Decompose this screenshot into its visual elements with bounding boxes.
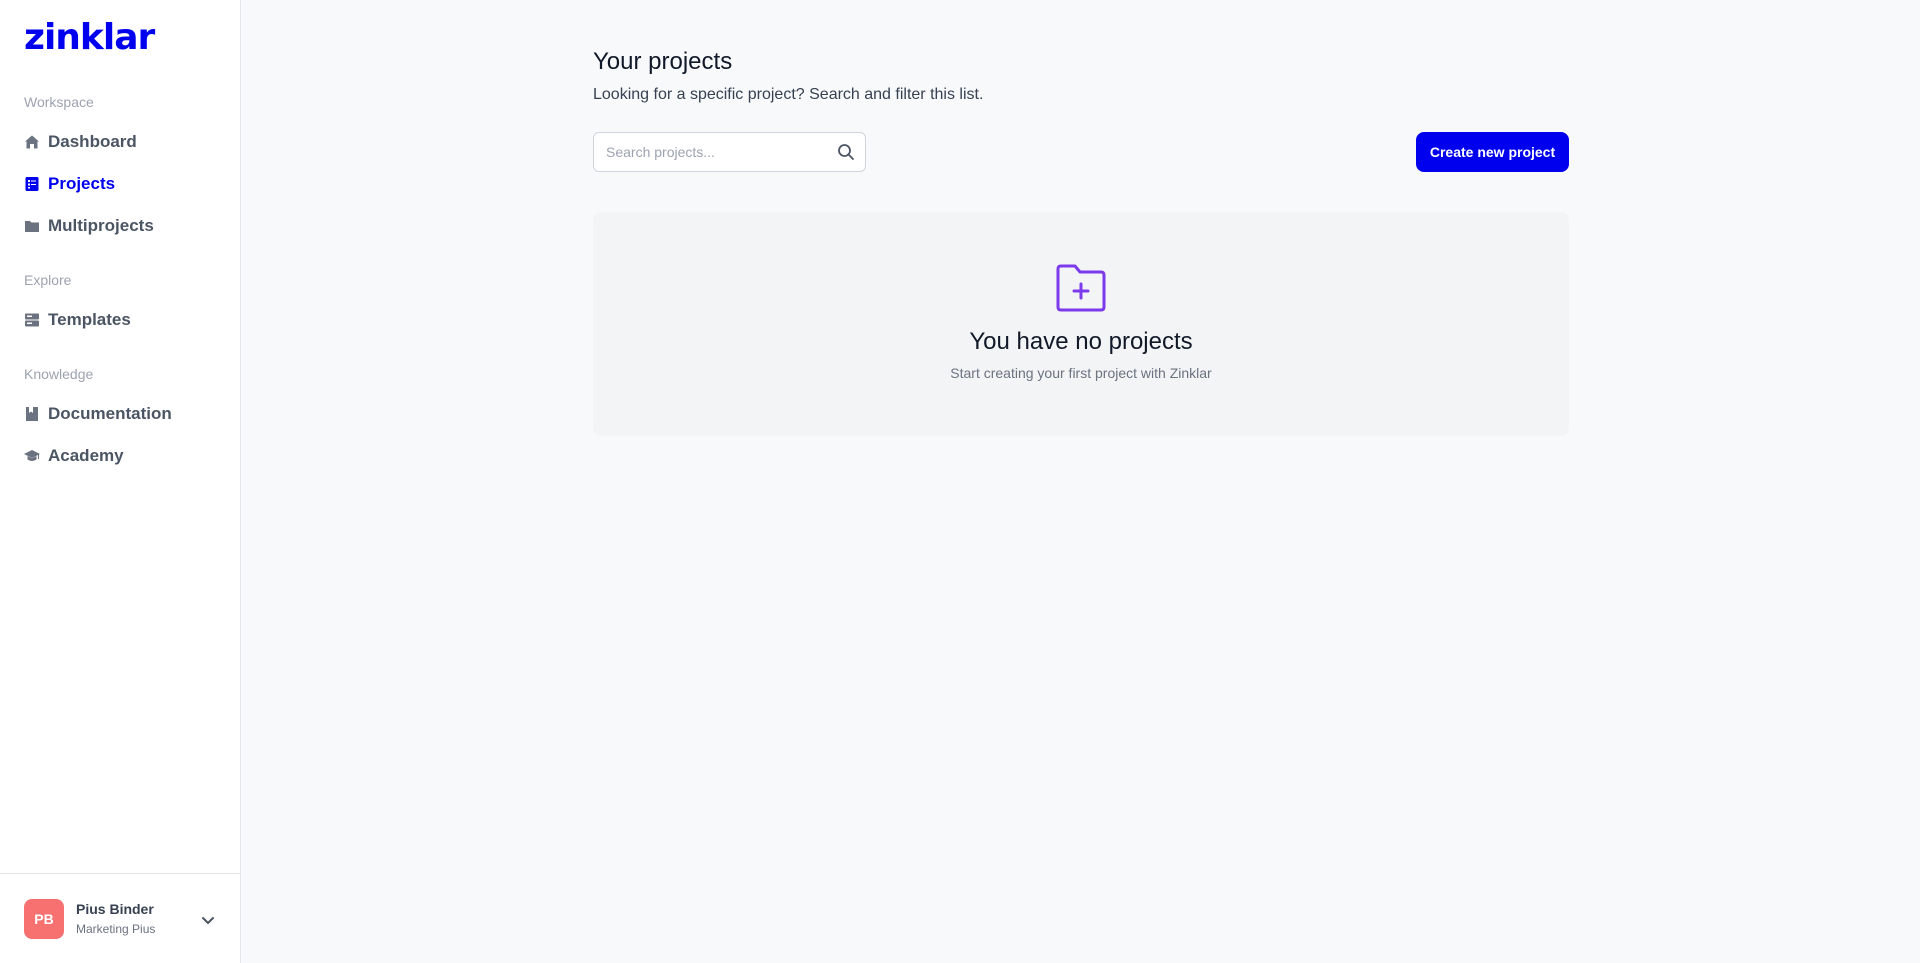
sidebar-item-label: Projects: [48, 174, 116, 193]
sidebar-item-projects[interactable]: Projects: [24, 172, 115, 196]
sidebar-item-documentation[interactable]: Documentation: [24, 402, 172, 426]
chevron-down-icon[interactable]: [198, 910, 218, 930]
templates-icon: [24, 312, 40, 328]
sidebar-item-label: Documentation: [48, 404, 172, 423]
avatar: PB: [24, 899, 64, 939]
graduation-cap-icon: [24, 448, 40, 464]
search-box: [593, 132, 866, 172]
empty-state-subtitle: Start creating your first project with Z…: [950, 365, 1212, 381]
search-icon[interactable]: [837, 143, 855, 161]
user-menu[interactable]: PB Pius Binder Marketing Pius: [0, 873, 240, 963]
sidebar-item-academy[interactable]: Academy: [24, 444, 124, 468]
home-icon: [24, 134, 40, 150]
sidebar-item-dashboard[interactable]: Dashboard: [24, 130, 137, 154]
sidebar-item-templates[interactable]: Templates: [24, 308, 131, 332]
empty-state: You have no projects Start creating your…: [593, 212, 1569, 436]
sidebar-item-label: Academy: [48, 446, 124, 465]
book-icon: [24, 406, 40, 422]
projects-icon: [24, 176, 40, 192]
page-title: Your projects: [593, 48, 733, 75]
sidebar: zinklar Workspace Dashboard Projects Mul…: [0, 0, 241, 963]
sidebar-item-label: Templates: [48, 310, 131, 329]
section-label-workspace: Workspace: [24, 94, 94, 110]
section-label-knowledge: Knowledge: [24, 366, 94, 382]
create-new-project-button[interactable]: Create new project: [1416, 132, 1569, 172]
user-name: Pius Binder: [76, 901, 154, 917]
search-input[interactable]: [606, 133, 826, 171]
section-label-explore: Explore: [24, 272, 72, 288]
user-organization: Marketing Pius: [76, 922, 156, 936]
folder-plus-icon: [1055, 262, 1107, 314]
empty-state-title: You have no projects: [969, 328, 1193, 355]
sidebar-item-label: Multiprojects: [48, 216, 154, 235]
sidebar-item-multiprojects[interactable]: Multiprojects: [24, 214, 154, 238]
sidebar-item-label: Dashboard: [48, 132, 137, 151]
page-subtitle: Looking for a specific project? Search a…: [593, 86, 984, 103]
zinklar-logo[interactable]: zinklar: [24, 16, 155, 60]
folder-icon: [24, 218, 40, 234]
